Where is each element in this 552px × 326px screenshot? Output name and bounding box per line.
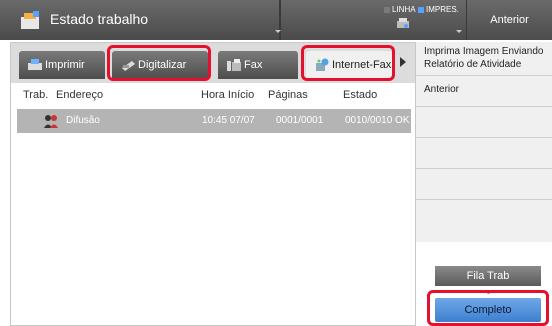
header-divider — [279, 0, 281, 40]
status-dropdown-arrow[interactable] — [456, 30, 462, 33]
title-bar: Estado trabalho LINHA IMPRES. Anterior — [0, 0, 552, 40]
column-header-hora-inicio: Hora Início — [201, 89, 255, 101]
tab-label: Imprimir — [45, 59, 85, 71]
job-status-screen: Estado trabalho LINHA IMPRES. Anterior I… — [0, 0, 552, 326]
menu-item-empty — [416, 107, 552, 138]
menu-item-empty — [416, 138, 552, 169]
device-status-icon[interactable] — [396, 18, 410, 30]
cell-status: 0010/0010 OK — [345, 115, 410, 126]
menu-item-empty — [416, 200, 552, 230]
back-button[interactable]: Anterior — [466, 0, 552, 40]
job-queue-button[interactable]: Fila Trab — [435, 266, 541, 286]
cell-address: Difusão — [66, 115, 100, 126]
status-impres: IMPRES. — [418, 5, 459, 14]
mode-tabs: Imprimir Digitalizar Fax Internet-Fax — [11, 43, 415, 83]
cell-start-time: 10:45 07/07 — [202, 115, 255, 126]
column-header-paginas: Páginas — [268, 89, 308, 101]
fax-icon — [227, 59, 241, 71]
job-status-icon — [21, 11, 39, 29]
page-title: Estado trabalho — [50, 11, 149, 27]
tab-fax[interactable]: Fax — [218, 51, 298, 79]
column-header-estado: Estado — [343, 89, 378, 101]
tab-scroll-right-icon[interactable] — [400, 57, 406, 67]
job-table: Difusão 10:45 07/07 0001/0001 0010/0010 … — [11, 107, 415, 325]
table-row[interactable]: Difusão 10:45 07/07 0001/0001 0010/0010 … — [17, 109, 411, 133]
cell-pages: 0001/0001 — [276, 115, 324, 126]
menu-item-back[interactable]: Anterior — [416, 76, 552, 107]
tab-label: Fax — [244, 59, 263, 71]
highlight-internet-fax — [301, 45, 395, 81]
column-header-trab: Trab. — [23, 89, 49, 101]
menu-item-empty — [416, 169, 552, 200]
status-linha-label: LINHA — [392, 5, 416, 14]
header-dropdown-arrow[interactable] — [275, 30, 281, 33]
broadcast-icon — [44, 115, 58, 128]
impres-status-icon — [418, 6, 424, 13]
table-header: Trab. Endereço Hora Início Páginas Estad… — [11, 83, 415, 107]
action-menu: Imprima Imagem Enviando Relatório de Ati… — [416, 42, 552, 242]
job-list-panel: Imprimir Digitalizar Fax Internet-Fax Tr… — [10, 42, 416, 326]
linha-status-icon — [384, 6, 390, 13]
menu-item-label: Imprima Imagem Enviando Relatório de Ati… — [424, 46, 544, 70]
status-impres-label: IMPRES. — [426, 5, 459, 14]
menu-item-print-activity-report[interactable]: Imprima Imagem Enviando Relatório de Ati… — [416, 42, 552, 76]
status-linha: LINHA — [384, 5, 416, 14]
printer-icon — [28, 59, 42, 70]
highlight-complete — [427, 290, 549, 326]
tab-print[interactable]: Imprimir — [19, 51, 105, 79]
highlight-digitalizar — [107, 45, 211, 81]
menu-item-label: Anterior — [424, 84, 460, 95]
column-header-endereco: Endereço — [56, 89, 104, 101]
